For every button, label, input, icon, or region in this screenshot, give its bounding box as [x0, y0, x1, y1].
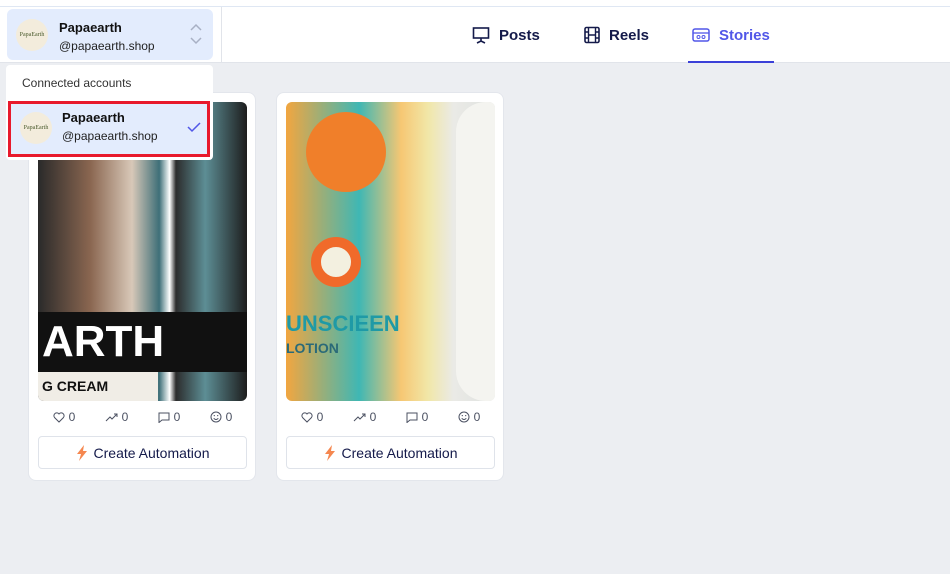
- tab-reels[interactable]: Reels: [584, 7, 649, 63]
- button-label: Create Automation: [93, 444, 210, 461]
- story-image[interactable]: UNSCIEEN LOTION: [286, 102, 495, 401]
- bottle-shape: [456, 102, 495, 401]
- top-strip: [0, 0, 950, 7]
- header: PapaEarth Papaearth @papaearth.shop Post…: [0, 7, 950, 63]
- story-stats: 0 0 0 0: [286, 410, 495, 424]
- chevron-up-down-icon: [190, 23, 202, 45]
- create-automation-button[interactable]: Create Automation: [286, 436, 495, 469]
- likes-count: 0: [316, 410, 324, 424]
- tab-label: Posts: [499, 26, 540, 44]
- story-card: UNSCIEEN LOTION 0 0 0 0 Create Automatio…: [276, 92, 504, 481]
- heart-icon: [301, 411, 313, 423]
- shares-count: 0: [369, 410, 377, 424]
- tab-label: Reels: [609, 26, 650, 44]
- image-lettering: ARTH G CREAM: [42, 317, 165, 394]
- ring-shape: [311, 237, 361, 287]
- smile-icon: [458, 411, 470, 423]
- reactions-count: 0: [473, 410, 481, 424]
- account-switcher[interactable]: PapaEarth Papaearth @papaearth.shop: [7, 9, 213, 60]
- avatar: PapaEarth: [20, 112, 52, 144]
- check-icon: [187, 122, 201, 133]
- film-icon: [584, 26, 600, 44]
- image-lettering: UNSCIEEN LOTION: [286, 311, 400, 356]
- create-automation-button[interactable]: Create Automation: [38, 436, 247, 469]
- shares-count: 0: [121, 410, 129, 424]
- trending-up-icon: [353, 413, 366, 422]
- comment-icon: [406, 412, 418, 423]
- bolt-icon: [324, 444, 335, 461]
- tab-label: Stories: [719, 26, 770, 44]
- account-option-papaearth[interactable]: PapaEarth Papaearth @papaearth.shop: [8, 101, 210, 157]
- reactions-count: 0: [225, 410, 233, 424]
- avatar: PapaEarth: [16, 19, 48, 51]
- accounts-dropdown: Connected accounts PapaEarth Papaearth @…: [6, 65, 213, 160]
- sun-shape: [306, 112, 386, 192]
- comments-count: 0: [173, 410, 181, 424]
- account-name: Papaearth: [59, 20, 122, 35]
- heart-icon: [53, 411, 65, 423]
- tab-stories[interactable]: Stories: [688, 7, 774, 63]
- account-name: Papaearth: [62, 110, 125, 125]
- stories-icon: [692, 28, 710, 42]
- smile-icon: [210, 411, 222, 423]
- bolt-icon: [76, 444, 87, 461]
- comments-count: 0: [421, 410, 429, 424]
- button-label: Create Automation: [341, 444, 458, 461]
- dropdown-title: Connected accounts: [22, 76, 132, 90]
- account-handle: @papaearth.shop: [59, 39, 155, 53]
- tab-posts[interactable]: Posts: [472, 7, 540, 63]
- presentation-icon: [472, 27, 490, 44]
- account-handle: @papaearth.shop: [62, 129, 158, 143]
- trending-up-icon: [105, 413, 118, 422]
- comment-icon: [158, 412, 170, 423]
- story-stats: 0 0 0 0: [38, 410, 247, 424]
- divider: [221, 7, 222, 63]
- likes-count: 0: [68, 410, 76, 424]
